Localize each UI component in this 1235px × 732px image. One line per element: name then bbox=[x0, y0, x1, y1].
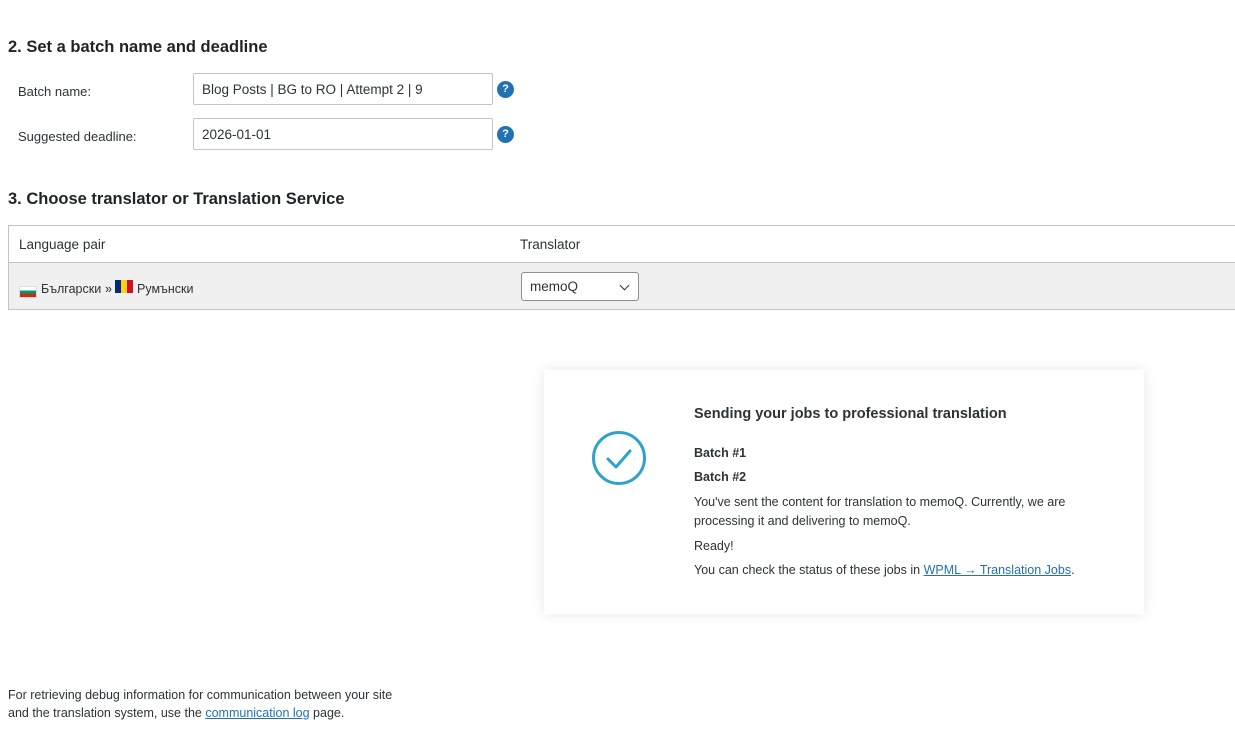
card-title: Sending your jobs to professional transl… bbox=[694, 406, 1007, 422]
bulgarian-flag-icon bbox=[19, 286, 37, 298]
card-message: You've sent the content for translation … bbox=[694, 495, 1066, 528]
footer-suffix: page. bbox=[309, 706, 345, 720]
status-suffix: . bbox=[1071, 563, 1075, 577]
batch-1-label: Batch #1 bbox=[694, 446, 747, 460]
section-2-heading: 2. Set a batch name and deadline bbox=[8, 38, 268, 56]
deadline-input[interactable] bbox=[193, 118, 493, 150]
deadline-label: Suggested deadline: bbox=[18, 129, 137, 144]
translator-select-value: memoQ bbox=[530, 279, 579, 294]
card-ready: Ready! bbox=[694, 539, 734, 553]
language-separator: » bbox=[105, 282, 112, 296]
translator-table: Language pair Translator Български » Рум… bbox=[8, 225, 1235, 310]
batch-name-label: Batch name: bbox=[18, 84, 91, 99]
translation-jobs-link[interactable]: WPML → Translation Jobs bbox=[924, 563, 1072, 577]
batch-name-help-icon[interactable]: ? bbox=[497, 81, 514, 98]
column-header-language-pair: Language pair bbox=[19, 237, 106, 252]
chevron-down-icon bbox=[619, 280, 630, 291]
debug-info-footer: For retrieving debug information for com… bbox=[8, 686, 408, 722]
check-circle-icon bbox=[592, 431, 646, 485]
batch-2-label: Batch #2 bbox=[694, 470, 747, 484]
communication-log-link[interactable]: communication log bbox=[205, 706, 309, 720]
section-3-heading: 3. Choose translator or Translation Serv… bbox=[8, 190, 345, 208]
target-language: Румънски bbox=[137, 282, 194, 296]
status-prefix: You can check the status of these jobs i… bbox=[694, 563, 924, 577]
table-header-row: Language pair Translator bbox=[9, 226, 1235, 263]
deadline-help-icon[interactable]: ? bbox=[497, 126, 514, 143]
source-language: Български bbox=[41, 282, 102, 296]
sending-jobs-card: Sending your jobs to professional transl… bbox=[544, 370, 1144, 614]
column-header-translator: Translator bbox=[520, 237, 581, 252]
table-row: Български » Румънски memoQ bbox=[9, 263, 1235, 309]
translator-select[interactable]: memoQ bbox=[521, 272, 639, 301]
batch-name-input[interactable] bbox=[193, 73, 493, 105]
card-status-line: You can check the status of these jobs i… bbox=[694, 561, 1114, 580]
romanian-flag-icon bbox=[115, 280, 133, 293]
